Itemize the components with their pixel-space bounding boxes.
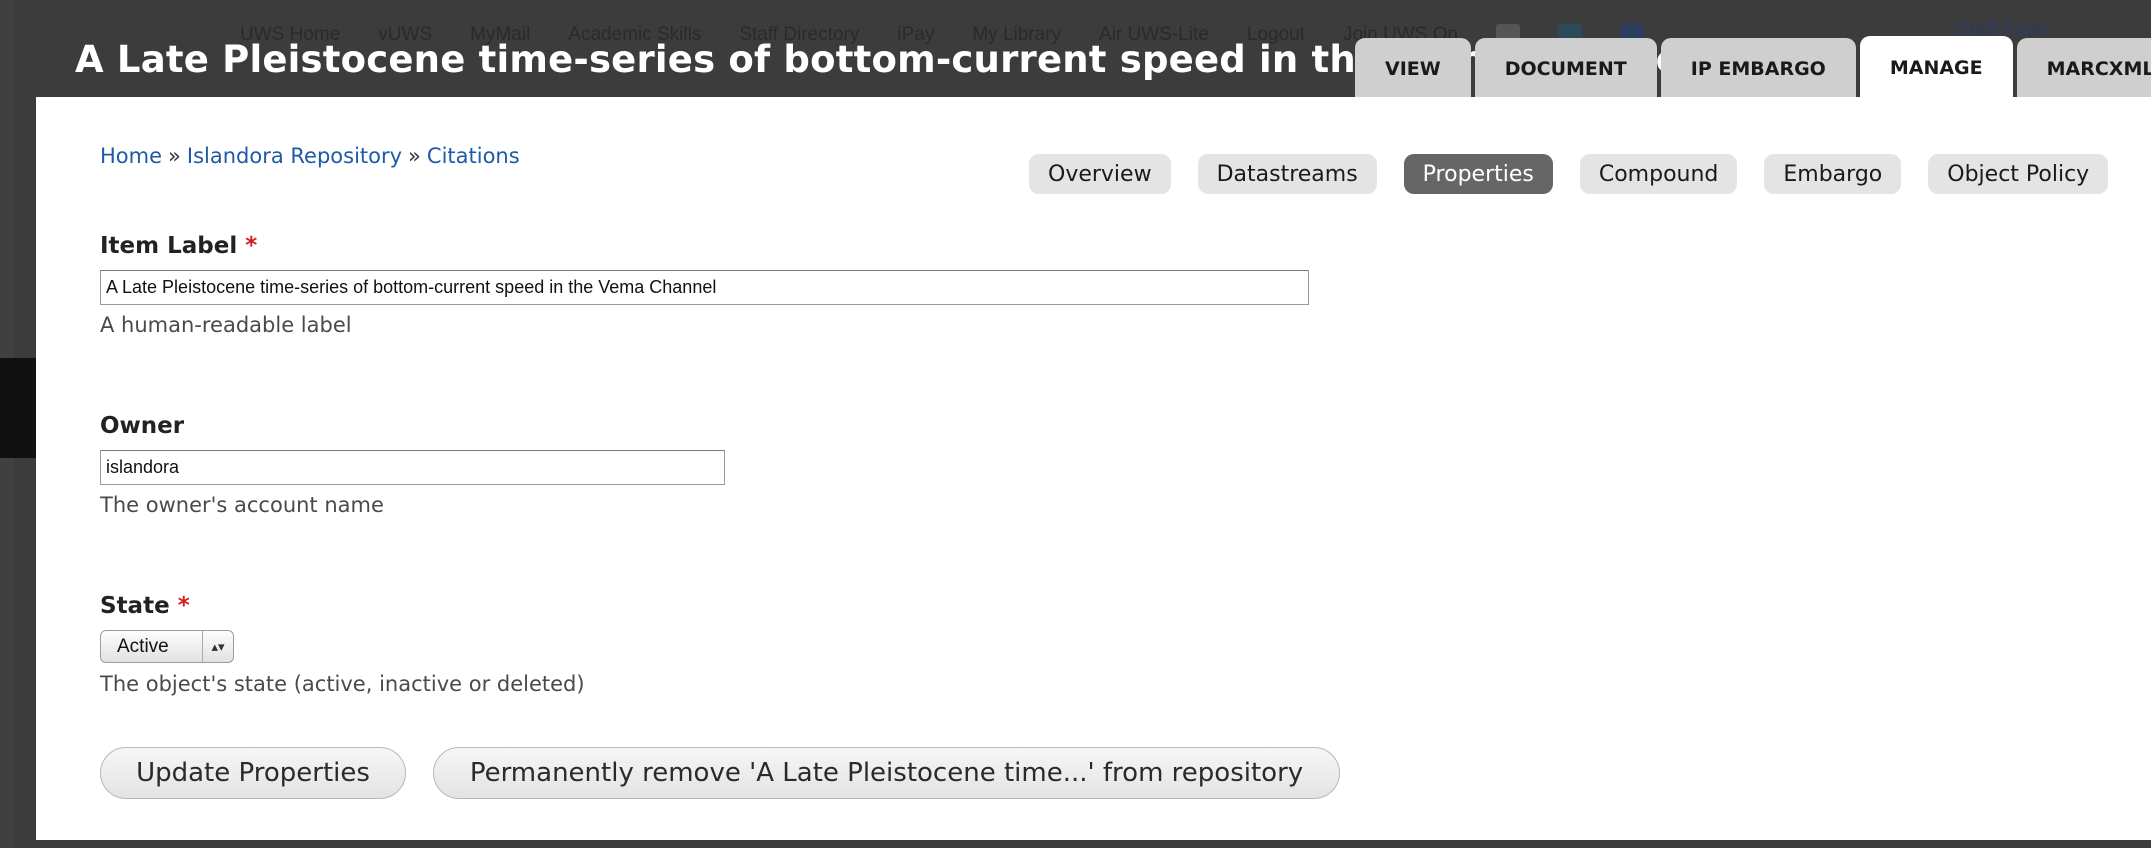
breadcrumb-citations[interactable]: Citations	[427, 144, 520, 168]
subtab-object-policy[interactable]: Object Policy	[1928, 154, 2109, 194]
item-label-heading-text: Item Label	[100, 233, 238, 259]
owner-heading: Owner	[100, 413, 185, 439]
tab-view[interactable]: VIEW	[1355, 38, 1471, 100]
item-label-input[interactable]: A Late Pleistocene time-series of bottom…	[100, 270, 1309, 305]
state-heading-text: State	[100, 593, 170, 619]
breadcrumb-home[interactable]: Home	[100, 144, 162, 168]
subtab-properties[interactable]: Properties	[1403, 154, 1553, 194]
subtab-overview[interactable]: Overview	[1029, 154, 1171, 194]
breadcrumb-separator: »	[408, 144, 421, 168]
tab-ip-embargo[interactable]: IP EMBARGO	[1660, 38, 1856, 100]
secondary-tabs: Overview Datastreams Properties Compound…	[1029, 154, 2109, 194]
state-heading: State *	[100, 593, 190, 619]
window-edge-shadow	[0, 358, 36, 458]
permanently-remove-button[interactable]: Permanently remove 'A Late Pleistocene t…	[433, 747, 1340, 799]
state-select-value: Active	[117, 635, 169, 657]
primary-tabs: VIEW DOCUMENT IP EMBARGO MANAGE MARCXML	[1355, 34, 2151, 100]
breadcrumb: Home» Islandora Repository» Citations	[100, 144, 520, 168]
content-panel: Home» Islandora Repository» Citations Over…	[36, 97, 2151, 840]
state-select[interactable]: Active ▴▾	[100, 630, 234, 663]
update-properties-button[interactable]: Update Properties	[100, 747, 406, 799]
updown-arrows-icon: ▴▾	[202, 631, 233, 662]
breadcrumb-islandora-repository[interactable]: Islandora Repository	[187, 144, 402, 168]
subtab-datastreams[interactable]: Datastreams	[1197, 154, 1377, 194]
tab-marcxml[interactable]: MARCXML	[2016, 38, 2151, 100]
required-marker: *	[177, 593, 190, 619]
item-label-description: A human-readable label	[100, 313, 352, 337]
subtab-embargo[interactable]: Embargo	[1764, 154, 1902, 194]
owner-description: The owner's account name	[100, 493, 384, 517]
subtab-compound[interactable]: Compound	[1579, 154, 1738, 194]
state-description: The object's state (active, inactive or …	[100, 672, 585, 696]
required-marker: *	[245, 233, 258, 259]
breadcrumb-separator: »	[168, 144, 181, 168]
owner-input[interactable]: islandora	[100, 450, 725, 485]
tab-document[interactable]: DOCUMENT	[1474, 38, 1657, 100]
tab-manage[interactable]: MANAGE	[1859, 36, 2013, 100]
item-label-heading: Item Label *	[100, 233, 257, 259]
